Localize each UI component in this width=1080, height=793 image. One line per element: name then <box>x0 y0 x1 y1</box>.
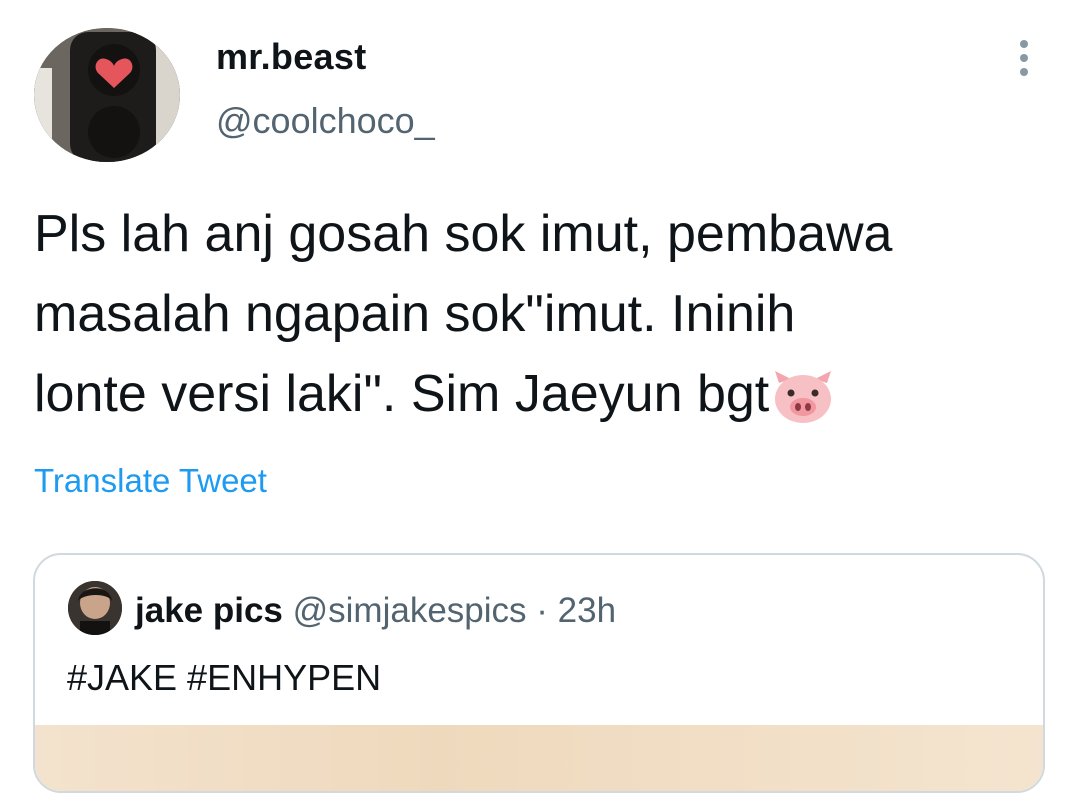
author-handle[interactable]: @coolchoco_ <box>216 100 435 142</box>
person-photo-icon <box>68 581 122 635</box>
tweet-text-line-content: lonte versi laki". Sim Jaeyun bgt <box>34 365 770 423</box>
quoted-tweet-media[interactable] <box>35 725 1043 791</box>
meta-separator: · <box>536 591 548 630</box>
more-options-button[interactable] <box>1006 36 1042 80</box>
quoted-tweet-card[interactable]: jake pics @simjakespics · 23h #JAKE #ENH… <box>33 553 1045 793</box>
tweet-text-line: masalah ngapain sok"imut. Ininih <box>34 285 796 343</box>
more-vertical-icon-dot <box>1020 54 1028 62</box>
traffic-light-heart-icon <box>34 28 180 162</box>
tweet-text-line: lonte versi laki". Sim Jaeyun bgt <box>34 354 1044 448</box>
tweet-text: Pls lah anj gosah sok imut, pembawa masa… <box>34 194 1044 448</box>
more-vertical-icon <box>1020 40 1028 48</box>
quoted-author-avatar <box>68 581 122 635</box>
tweet-text-line: Pls lah anj gosah sok imut, pembawa <box>34 205 893 263</box>
quoted-author-name: jake pics <box>135 591 283 630</box>
author-name[interactable]: mr.beast <box>216 36 366 78</box>
pig-face-emoji-icon <box>771 368 835 448</box>
more-vertical-icon-dot <box>1020 68 1028 76</box>
quoted-author-handle: @simjakespics <box>292 591 527 630</box>
quoted-tweet-time: 23h <box>557 591 617 630</box>
quoted-tweet-text: #JAKE #ENHYPEN <box>67 657 382 698</box>
author-avatar[interactable] <box>34 28 180 162</box>
translate-tweet-link[interactable]: Translate Tweet <box>34 462 267 500</box>
quoted-tweet-header: jake pics @simjakespics · 23h <box>135 591 616 631</box>
